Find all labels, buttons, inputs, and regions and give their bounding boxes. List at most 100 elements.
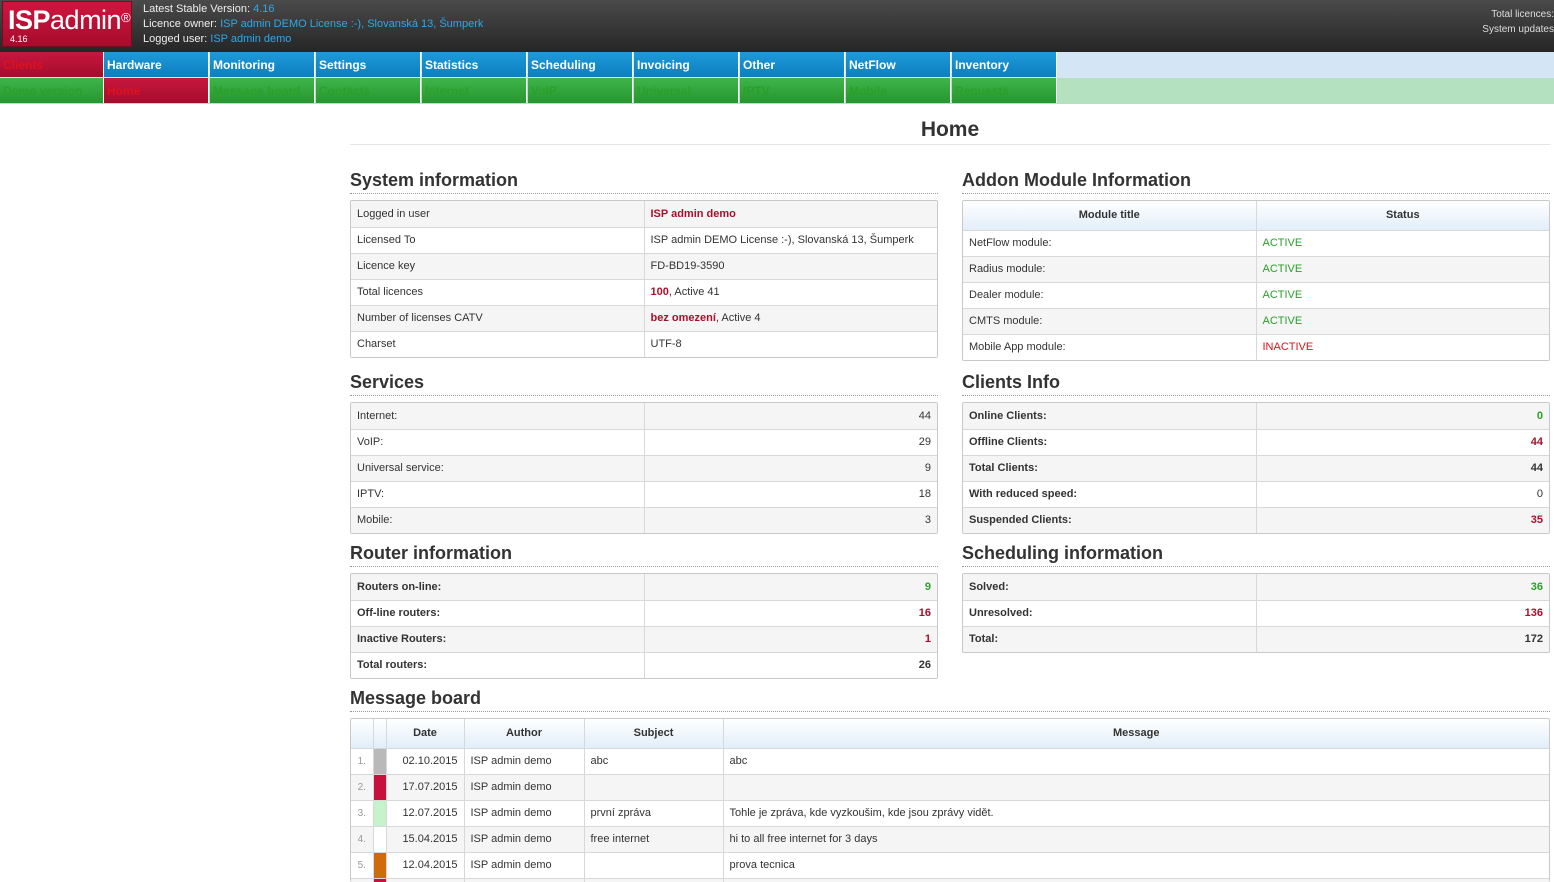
scheduling-info-table: Solved: 36 Unresolved: 136 Total: 172	[962, 573, 1550, 653]
clients-info-title: Clients Info	[962, 372, 1550, 396]
nav-demo-version[interactable]: Demo version	[0, 78, 104, 103]
col-status[interactable]: Status	[1255, 201, 1549, 231]
licence-owner-label: Licence owner:	[143, 18, 217, 30]
logged-user-link[interactable]: ISP admin demo	[210, 33, 291, 45]
table-row[interactable]: 2. 17.07.2015 ISP admin demo	[351, 773, 1549, 801]
nav-contacts[interactable]: Contacts	[316, 78, 421, 103]
suspended-clients-value[interactable]: 35	[1255, 506, 1549, 533]
nav-scheduling[interactable]: Scheduling	[528, 52, 633, 77]
table-row: Radius module: ACTIVE	[963, 255, 1549, 283]
routers-total-value[interactable]: 26	[643, 651, 937, 678]
routers-inactive-value[interactable]: 1	[643, 625, 937, 653]
nav-invoicing[interactable]: Invoicing	[634, 52, 739, 77]
message-board-table: Date Author Subject Message 1. 02.10.201…	[350, 718, 1550, 882]
routers-offline-value[interactable]: 16	[643, 599, 937, 627]
isp-admin-logo[interactable]: ISPadmin® 4.16	[2, 1, 132, 47]
col-date[interactable]: Date	[385, 719, 465, 749]
nav-settings[interactable]: Settings	[316, 52, 421, 77]
message-author: ISP admin demo	[463, 773, 585, 801]
total-licences-label: Total licences:	[1491, 9, 1554, 20]
table-header-row: Module title Status	[963, 201, 1549, 231]
table-row[interactable]: 4. 15.04.2015 ISP admin demo free intern…	[351, 825, 1549, 853]
nav-hardware[interactable]: Hardware	[104, 52, 209, 77]
nav-requests[interactable]: Requests	[952, 78, 1057, 103]
table-row[interactable]	[351, 877, 1549, 882]
table-row[interactable]: 1. 02.10.2015 ISP admin demo abc abc	[351, 747, 1549, 775]
row-label: Logged in user	[351, 201, 645, 228]
nav-iptv[interactable]: IPTV	[740, 78, 845, 103]
offline-clients-value[interactable]: 44	[1255, 428, 1549, 456]
addon-module-table: Module title Status NetFlow module: ACTIVE…	[962, 200, 1550, 361]
row-label: Total licences	[351, 278, 645, 306]
row-index: 2.	[351, 773, 374, 801]
col-subject[interactable]: Subject	[583, 719, 724, 749]
module-name: Dealer module:	[963, 281, 1257, 309]
table-row: Mobile App module: INACTIVE	[963, 333, 1549, 360]
row-value: FD-BD19-3590	[643, 252, 937, 280]
table-row: Total: 172	[963, 625, 1549, 652]
col-color	[372, 719, 387, 749]
color-swatch	[372, 773, 387, 801]
nav-voip[interactable]: VoIP	[528, 78, 633, 103]
nav-netflow[interactable]: NetFlow	[846, 52, 951, 77]
nav-internet[interactable]: Internet	[422, 78, 527, 103]
nav-statistics[interactable]: Statistics	[422, 52, 527, 77]
table-row: Routers on-line: 9	[351, 574, 937, 601]
col-index	[351, 719, 374, 749]
module-status: INACTIVE	[1255, 333, 1549, 360]
row-label: Charset	[351, 330, 645, 357]
table-row[interactable]: 3. 12.07.2015 ISP admin demo první zpráv…	[351, 799, 1549, 827]
licence-owner-link[interactable]: ISP admin DEMO License :-), Slovanská 13…	[220, 18, 483, 30]
clients-info-table: Online Clients: 0 Offline Clients: 44 Tota…	[962, 402, 1550, 534]
module-status: ACTIVE	[1255, 229, 1549, 257]
scheduling-total-value[interactable]: 172	[1255, 625, 1549, 652]
table-row: Mobile: 3	[351, 506, 937, 533]
nav-mobile[interactable]: Mobile	[846, 78, 951, 103]
row-index: 1.	[351, 747, 374, 775]
nav-other[interactable]: Other	[740, 52, 845, 77]
logged-in-user-link[interactable]: ISP admin demo	[643, 201, 937, 228]
message-author: ISP admin demo	[463, 747, 585, 775]
table-row[interactable]: 5. 12.04.2015 ISP admin demo prova tecni…	[351, 851, 1549, 879]
scheduling-label: Unresolved:	[963, 599, 1257, 627]
routers-online-value[interactable]: 9	[643, 574, 937, 601]
module-status: ACTIVE	[1255, 281, 1549, 309]
table-row: Total Clients: 44	[963, 454, 1549, 482]
col-author[interactable]: Author	[463, 719, 585, 749]
latest-version-label: Latest Stable Version:	[143, 3, 251, 15]
nav-home[interactable]: Home	[104, 78, 209, 103]
color-swatch	[372, 799, 387, 827]
nav-monitoring[interactable]: Monitoring	[210, 52, 315, 77]
system-updates-link[interactable]: System updates	[1482, 22, 1554, 37]
total-clients-value[interactable]: 44	[1255, 454, 1549, 482]
main-menu-row2: Demo version Home Message board Contacts…	[0, 78, 1554, 104]
service-label: VoIP:	[351, 428, 645, 456]
col-module-title[interactable]: Module title	[963, 201, 1257, 231]
message-subject	[583, 877, 724, 882]
table-header-row: Date Author Subject Message	[351, 719, 1549, 749]
nav-universal[interactable]: Universal	[634, 78, 739, 103]
table-row: Solved: 36	[963, 574, 1549, 601]
row-index	[351, 877, 374, 882]
col-message[interactable]: Message	[722, 719, 1549, 749]
message-subject: free internet	[583, 825, 724, 853]
table-row: NetFlow module: ACTIVE	[963, 229, 1549, 257]
latest-version-link[interactable]: 4.16	[253, 3, 274, 15]
table-row: IPTV: 18	[351, 480, 937, 508]
service-label: Universal service:	[351, 454, 645, 482]
service-label: Mobile:	[351, 506, 645, 533]
table-row: CMTS module: ACTIVE	[963, 307, 1549, 335]
color-swatch	[372, 747, 387, 775]
unresolved-value[interactable]: 136	[1255, 599, 1549, 627]
row-value: UTF-8	[643, 330, 937, 357]
message-author: ISP admin demo	[463, 851, 585, 879]
router-info-table: Routers on-line: 9 Off-line routers: 16 In…	[350, 573, 938, 679]
nav-inventory[interactable]: Inventory	[952, 52, 1057, 77]
table-row: Logged in user ISP admin demo	[351, 201, 937, 228]
solved-value[interactable]: 36	[1255, 574, 1549, 601]
logo-version: 4.16	[10, 34, 28, 44]
router-label: Total routers:	[351, 651, 645, 678]
nav-clients[interactable]: Clients	[0, 52, 104, 77]
online-clients-value[interactable]: 0	[1255, 403, 1549, 430]
nav-message-board[interactable]: Message board	[210, 78, 315, 103]
